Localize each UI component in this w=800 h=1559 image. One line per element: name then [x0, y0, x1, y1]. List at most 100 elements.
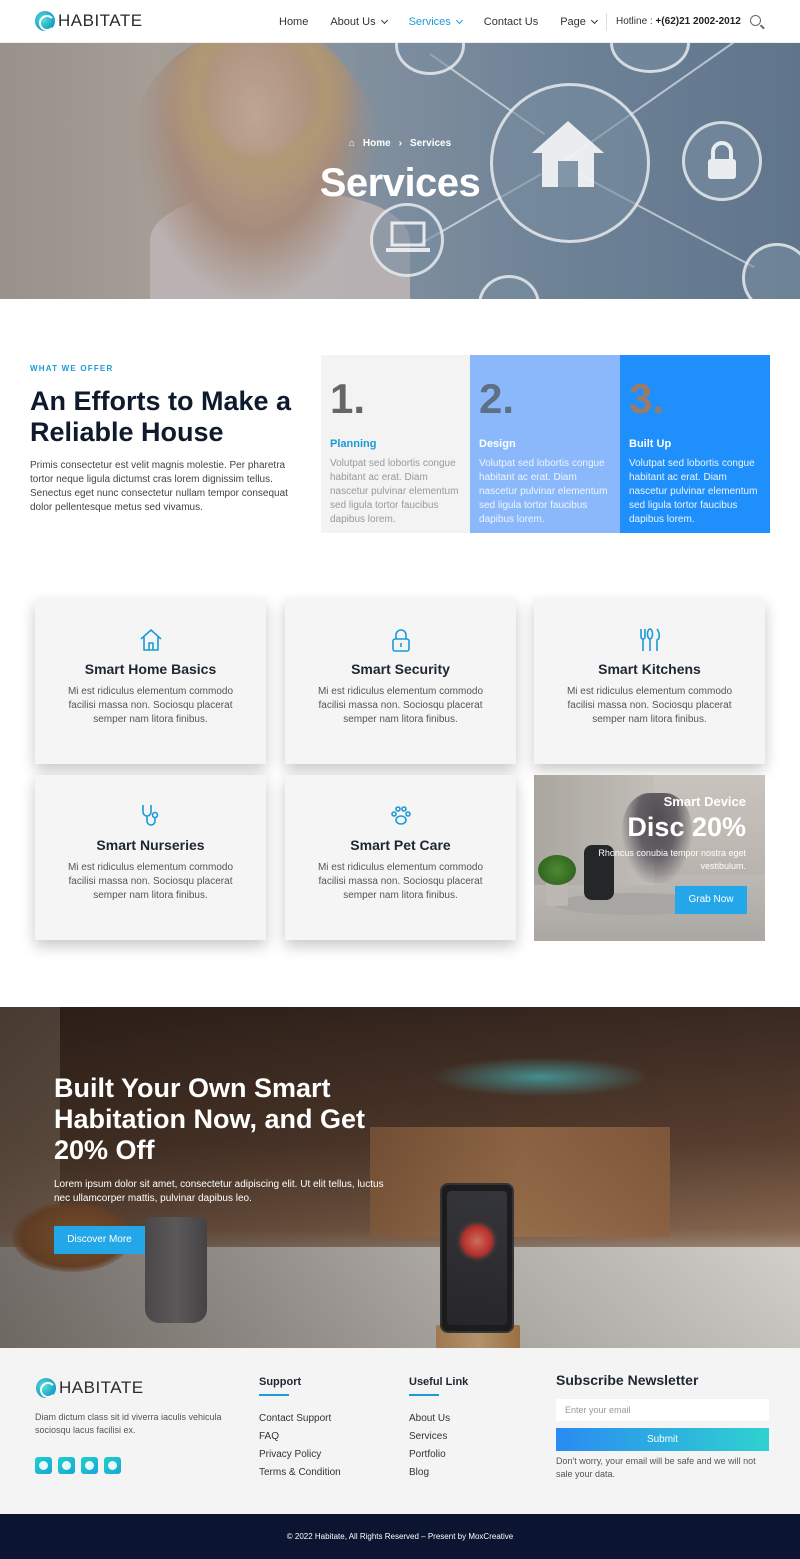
page: HABITATE Home About Us Services Contact …: [0, 0, 800, 1559]
promo-text: Rhoncus conubia tempor nostra eget vesti…: [598, 848, 746, 871]
title-underline: [409, 1394, 439, 1396]
stethoscope-icon: [142, 805, 159, 826]
breadcrumb-home[interactable]: Home: [363, 138, 391, 149]
logo-mark-icon: [35, 11, 55, 31]
footer-support: Support Contact Support FAQ Privacy Poli…: [259, 1376, 341, 1482]
email-field[interactable]: [556, 1399, 769, 1421]
step-title: Design: [479, 438, 516, 450]
title-underline: [259, 1394, 289, 1396]
step-number: 2.: [479, 375, 515, 422]
submit-button[interactable]: Submit: [556, 1428, 769, 1451]
hero-banner: ⌂ Home › Services Services: [0, 43, 800, 299]
cutlery-icon: [640, 628, 661, 651]
footer-useful-links: Useful Link About Us Services Portfolio …: [409, 1376, 468, 1482]
step-number: 3.: [629, 375, 665, 422]
paw-icon: [391, 806, 411, 825]
newsletter-title: Subscribe Newsletter: [556, 1372, 699, 1388]
service-card-smart-security[interactable]: Smart Security Mi est ridiculus elementu…: [285, 599, 516, 764]
card-title: Smart Kitchens: [598, 661, 701, 677]
card-text: Mi est ridiculus elementum commodo facil…: [67, 862, 234, 901]
offer-tag: WHAT WE OFFER: [30, 364, 114, 373]
footer-useful-title: Useful Link: [409, 1376, 469, 1388]
breadcrumb: ⌂ Home › Services: [0, 138, 800, 149]
service-card-smart-pet-care[interactable]: Smart Pet Care Mi est ridiculus elementu…: [285, 775, 516, 940]
nav-about-us[interactable]: About Us: [330, 15, 388, 28]
offer-title: An Efforts to Make a Reliable House: [30, 386, 292, 447]
home-icon: ⌂: [348, 138, 355, 149]
copyright-bar: © 2022 Habitate, All Rights Reserved – P…: [0, 1514, 800, 1559]
footer-logo-text: HABITATE: [59, 1378, 144, 1397]
social-links: [35, 1457, 127, 1474]
card-text: Mi est ridiculus elementum commodo facil…: [67, 686, 234, 725]
step-number: 1.: [330, 375, 366, 422]
footer-link[interactable]: About Us: [409, 1410, 468, 1428]
grab-now-button[interactable]: Grab Now: [675, 886, 747, 914]
nav-contact-us-label: Contact Us: [483, 15, 539, 28]
cta-text: Lorem ipsum dolor sit amet, consectetur …: [54, 1179, 384, 1204]
offer-description: Primis consectetur est velit magnis mole…: [30, 460, 288, 513]
step-design: 2. Design Volutpat sed lobortis congue h…: [470, 355, 620, 533]
chevron-right-icon: ›: [398, 138, 403, 149]
footer-description: Diam dictum class sit id viverra iaculis…: [35, 1412, 222, 1435]
service-card-smart-kitchens[interactable]: Smart Kitchens Mi est ridiculus elementu…: [534, 599, 765, 764]
step-planning: 1. Planning Volutpat sed lobortis congue…: [321, 355, 470, 533]
instagram-icon[interactable]: [104, 1457, 121, 1474]
laptop-icon: [386, 221, 430, 252]
footer-link[interactable]: Privacy Policy: [259, 1446, 341, 1464]
main-nav: Home About Us Services Contact Us Page: [279, 0, 619, 43]
newsletter-note: Don't worry, your email will be safe and…: [556, 1456, 756, 1479]
logo-mark-icon: [36, 1378, 56, 1398]
nav-home[interactable]: Home: [279, 16, 308, 28]
nav-page[interactable]: Page: [560, 16, 598, 28]
nav-home-label: Home: [279, 15, 309, 28]
card-title: Smart Nurseries: [96, 837, 205, 853]
hotline[interactable]: Hotline : +(62)21 2002-2012: [616, 16, 741, 27]
site-header: HABITATE Home About Us Services Contact …: [0, 0, 800, 43]
card-title: Smart Home Basics: [84, 661, 217, 677]
hotline-label: Hotline :: [616, 16, 653, 27]
step-text: Volutpat sed lobortis congue habitant ac…: [330, 458, 459, 525]
footer-logo[interactable]: HABITATE: [36, 1378, 144, 1398]
footer-link[interactable]: Terms & Condition: [259, 1464, 341, 1482]
promo-title: Disc 20%: [627, 812, 746, 842]
house-icon: [140, 629, 162, 651]
site-footer: HABITATE Diam dictum class sit id viverr…: [0, 1348, 800, 1514]
nav-about-us-label: About Us: [330, 15, 376, 28]
nav-services[interactable]: Services: [408, 15, 463, 28]
card-text: Mi est ridiculus elementum commodo facil…: [566, 686, 733, 725]
chevron-down-icon: [455, 16, 463, 24]
lock-icon: [392, 629, 410, 652]
footer-support-title: Support: [259, 1376, 302, 1388]
card-title: Smart Pet Care: [350, 837, 451, 853]
discover-more-button[interactable]: Discover More: [54, 1226, 145, 1254]
hotline-number: +(62)21 2002-2012: [655, 16, 741, 27]
nav-contact-us[interactable]: Contact Us: [484, 16, 538, 28]
footer-link[interactable]: Contact Support: [259, 1410, 341, 1428]
card-title: Smart Security: [351, 661, 450, 677]
footer-link[interactable]: FAQ: [259, 1428, 341, 1446]
search-icon[interactable]: [750, 15, 761, 26]
card-text: Mi est ridiculus elementum commodo facil…: [317, 686, 484, 725]
footer-link[interactable]: Services: [409, 1428, 468, 1446]
nav-divider: [606, 13, 607, 31]
cta-title: Built Your Own Smart Habitation Now, and…: [54, 1073, 366, 1165]
promo-banner: Smart Device Disc 20% Rhoncus conubia te…: [534, 775, 765, 941]
youtube-icon[interactable]: [81, 1457, 98, 1474]
logo[interactable]: HABITATE: [35, 11, 143, 31]
step-built-up: 3. Built Up Volutpat sed lobortis congue…: [620, 355, 770, 533]
service-card-smart-home-basics[interactable]: Smart Home Basics Mi est ridiculus eleme…: [35, 599, 266, 764]
footer-link[interactable]: Blog: [409, 1464, 468, 1482]
cta-banner: Built Your Own Smart Habitation Now, and…: [0, 1007, 800, 1348]
chevron-down-icon: [590, 16, 598, 24]
service-card-smart-nurseries[interactable]: Smart Nurseries Mi est ridiculus element…: [35, 775, 266, 940]
logo-text: HABITATE: [58, 11, 143, 30]
card-text: Mi est ridiculus elementum commodo facil…: [317, 862, 484, 901]
step-title: Planning: [330, 438, 377, 450]
page-title: Services: [319, 161, 481, 205]
twitter-icon[interactable]: [58, 1457, 75, 1474]
footer-link[interactable]: Portfolio: [409, 1446, 468, 1464]
process-steps: 1. Planning Volutpat sed lobortis congue…: [321, 355, 770, 533]
promo-subtitle: Smart Device: [663, 794, 746, 809]
nav-services-label: Services: [408, 15, 451, 28]
facebook-icon[interactable]: [35, 1457, 52, 1474]
